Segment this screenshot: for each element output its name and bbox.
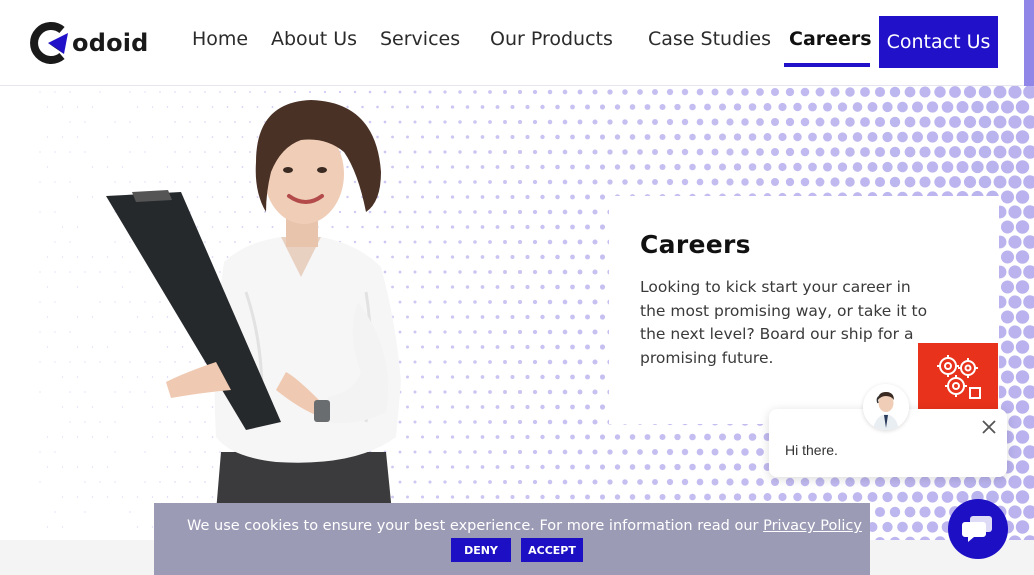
cookie-text: We use cookies to ensure your best exper… — [187, 518, 763, 534]
deny-button[interactable]: DENY — [451, 538, 511, 562]
nav-about-us[interactable]: About Us — [271, 28, 357, 50]
scrollbar[interactable] — [1024, 0, 1034, 86]
site-header: odoid Home About Us Services Our Product… — [0, 0, 1034, 86]
chat-bubble-icon — [962, 514, 994, 544]
woman-with-clipboard-image — [96, 92, 436, 512]
logo-text: odoid — [72, 29, 149, 57]
support-agent-avatar — [863, 384, 909, 430]
chat-greeting: Hi there. — [785, 442, 838, 458]
gears-icon — [930, 350, 986, 402]
nav-careers[interactable]: Careers — [789, 28, 872, 50]
nav-case-studies[interactable]: Case Studies — [648, 28, 771, 50]
logo-mark-icon — [28, 20, 74, 66]
accept-button[interactable]: ACCEPT — [521, 538, 583, 562]
nav-home[interactable]: Home — [192, 28, 248, 50]
nav-active-underline — [784, 63, 870, 67]
careers-description: Looking to kick start your career in the… — [640, 276, 940, 370]
careers-title: Careers — [640, 230, 969, 259]
close-icon[interactable] — [979, 417, 999, 437]
nav-services[interactable]: Services — [380, 28, 460, 50]
privacy-policy-link[interactable]: Privacy Policy — [763, 518, 862, 534]
cookie-banner: We use cookies to ensure your best exper… — [154, 503, 870, 575]
gears-badge[interactable] — [918, 343, 998, 409]
chat-launcher-button[interactable] — [948, 499, 1008, 559]
logo[interactable]: odoid — [28, 20, 149, 66]
nav-our-products[interactable]: Our Products — [490, 28, 613, 50]
cookie-message: We use cookies to ensure your best exper… — [187, 518, 862, 534]
contact-us-button[interactable]: Contact Us — [879, 16, 998, 68]
